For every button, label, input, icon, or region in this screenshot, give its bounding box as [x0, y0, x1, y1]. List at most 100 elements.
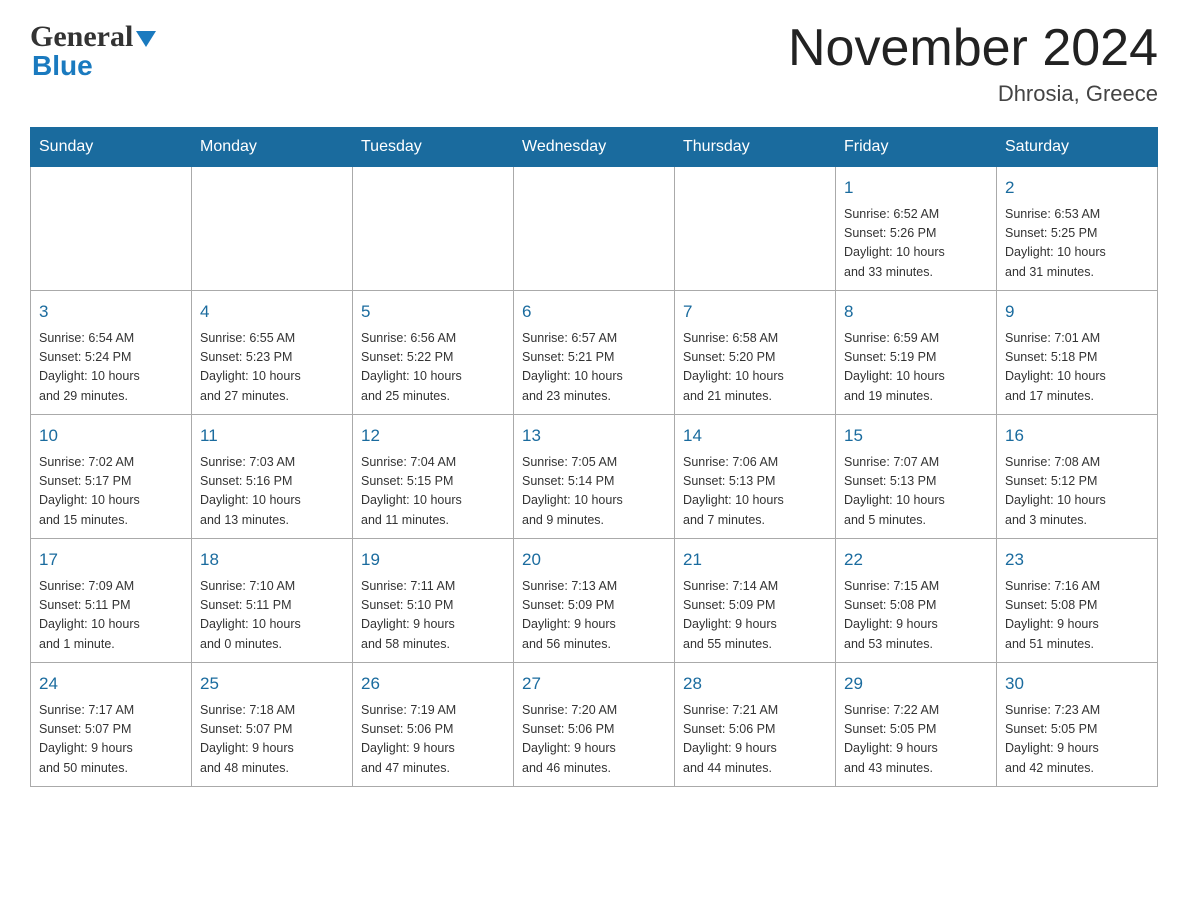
calendar-day-cell: 3Sunrise: 6:54 AMSunset: 5:24 PMDaylight…	[31, 291, 192, 415]
day-number: 23	[1005, 547, 1149, 573]
calendar-day-cell: 5 Sunrise: 6:56 AMSunset: 5:22 PMDaylight…	[353, 291, 514, 415]
day-number: 1	[844, 175, 988, 201]
day-number: 22	[844, 547, 988, 573]
logo-triangle-icon	[136, 31, 156, 47]
day-info: Sunrise: 7:03 AMSunset: 5:16 PMDaylight:…	[200, 453, 344, 531]
calendar-week-row: 3Sunrise: 6:54 AMSunset: 5:24 PMDaylight…	[31, 291, 1158, 415]
day-info: Sunrise: 7:16 AMSunset: 5:08 PMDaylight:…	[1005, 577, 1149, 655]
header-thursday: Thursday	[675, 128, 836, 167]
day-number: 21	[683, 547, 827, 573]
day-info: Sunrise: 6:55 AMSunset: 5:23 PMDaylight:…	[200, 329, 344, 407]
day-info: Sunrise: 7:14 AMSunset: 5:09 PMDaylight:…	[683, 577, 827, 655]
location-title: Dhrosia, Greece	[788, 81, 1158, 107]
day-number: 19	[361, 547, 505, 573]
day-number: 12	[361, 423, 505, 449]
header-wednesday: Wednesday	[514, 128, 675, 167]
day-number: 24	[39, 671, 183, 697]
header-monday: Monday	[192, 128, 353, 167]
calendar-day-cell	[353, 167, 514, 291]
day-number: 28	[683, 671, 827, 697]
calendar-day-cell: 25 Sunrise: 7:18 AMSunset: 5:07 PMDayligh…	[192, 663, 353, 787]
calendar-day-cell: 13Sunrise: 7:05 AMSunset: 5:14 PMDayligh…	[514, 415, 675, 539]
day-info: Sunrise: 7:22 AMSunset: 5:05 PMDaylight:…	[844, 701, 988, 779]
day-number: 8	[844, 299, 988, 325]
calendar-day-cell	[675, 167, 836, 291]
logo-blue-text: Blue	[32, 50, 93, 82]
calendar-day-cell: 11Sunrise: 7:03 AMSunset: 5:16 PMDayligh…	[192, 415, 353, 539]
day-info: Sunrise: 6:56 AMSunset: 5:22 PMDaylight:…	[361, 329, 505, 407]
calendar-day-cell: 19 Sunrise: 7:11 AMSunset: 5:10 PMDayligh…	[353, 539, 514, 663]
header-saturday: Saturday	[997, 128, 1158, 167]
day-info: Sunrise: 7:02 AMSunset: 5:17 PMDaylight:…	[39, 453, 183, 531]
calendar-week-row: 10 Sunrise: 7:02 AMSunset: 5:17 PMDayligh…	[31, 415, 1158, 539]
header-sunday: Sunday	[31, 128, 192, 167]
calendar-day-cell	[514, 167, 675, 291]
calendar-week-row: 17Sunrise: 7:09 AMSunset: 5:11 PMDayligh…	[31, 539, 1158, 663]
header-friday: Friday	[836, 128, 997, 167]
day-info: Sunrise: 7:07 AMSunset: 5:13 PMDaylight:…	[844, 453, 988, 531]
day-number: 20	[522, 547, 666, 573]
day-number: 27	[522, 671, 666, 697]
day-info: Sunrise: 7:23 AMSunset: 5:05 PMDaylight:…	[1005, 701, 1149, 779]
day-number: 17	[39, 547, 183, 573]
calendar-day-cell: 24 Sunrise: 7:17 AMSunset: 5:07 PMDayligh…	[31, 663, 192, 787]
calendar-day-cell: 30 Sunrise: 7:23 AMSunset: 5:05 PMDayligh…	[997, 663, 1158, 787]
day-info: Sunrise: 7:17 AMSunset: 5:07 PMDaylight:…	[39, 701, 183, 779]
calendar-day-cell: 16 Sunrise: 7:08 AMSunset: 5:12 PMDayligh…	[997, 415, 1158, 539]
day-info: Sunrise: 6:53 AMSunset: 5:25 PMDaylight:…	[1005, 205, 1149, 283]
header-tuesday: Tuesday	[353, 128, 514, 167]
calendar-day-cell: 18Sunrise: 7:10 AMSunset: 5:11 PMDayligh…	[192, 539, 353, 663]
calendar-day-cell: 14Sunrise: 7:06 AMSunset: 5:13 PMDayligh…	[675, 415, 836, 539]
calendar-header-row: Sunday Monday Tuesday Wednesday Thursday…	[31, 128, 1158, 167]
day-number: 18	[200, 547, 344, 573]
calendar-week-row: 1 Sunrise: 6:52 AMSunset: 5:26 PMDaylight…	[31, 167, 1158, 291]
calendar-day-cell: 8 Sunrise: 6:59 AMSunset: 5:19 PMDaylight…	[836, 291, 997, 415]
calendar-day-cell: 17Sunrise: 7:09 AMSunset: 5:11 PMDayligh…	[31, 539, 192, 663]
day-info: Sunrise: 7:04 AMSunset: 5:15 PMDaylight:…	[361, 453, 505, 531]
calendar-day-cell: 9 Sunrise: 7:01 AMSunset: 5:18 PMDaylight…	[997, 291, 1158, 415]
day-info: Sunrise: 7:05 AMSunset: 5:14 PMDaylight:…	[522, 453, 666, 531]
day-info: Sunrise: 7:19 AMSunset: 5:06 PMDaylight:…	[361, 701, 505, 779]
day-number: 30	[1005, 671, 1149, 697]
day-number: 7	[683, 299, 827, 325]
calendar-day-cell: 12 Sunrise: 7:04 AMSunset: 5:15 PMDayligh…	[353, 415, 514, 539]
day-info: Sunrise: 6:52 AMSunset: 5:26 PMDaylight:…	[844, 205, 988, 283]
day-info: Sunrise: 6:59 AMSunset: 5:19 PMDaylight:…	[844, 329, 988, 407]
day-info: Sunrise: 7:20 AMSunset: 5:06 PMDaylight:…	[522, 701, 666, 779]
calendar-day-cell: 28Sunrise: 7:21 AMSunset: 5:06 PMDayligh…	[675, 663, 836, 787]
logo: General Blue	[30, 20, 156, 82]
calendar-day-cell: 4 Sunrise: 6:55 AMSunset: 5:23 PMDaylight…	[192, 291, 353, 415]
day-info: Sunrise: 7:08 AMSunset: 5:12 PMDaylight:…	[1005, 453, 1149, 531]
day-number: 6	[522, 299, 666, 325]
day-number: 3	[39, 299, 183, 325]
day-number: 25	[200, 671, 344, 697]
calendar-day-cell: 1 Sunrise: 6:52 AMSunset: 5:26 PMDaylight…	[836, 167, 997, 291]
day-number: 2	[1005, 175, 1149, 201]
calendar-day-cell: 2 Sunrise: 6:53 AMSunset: 5:25 PMDaylight…	[997, 167, 1158, 291]
day-number: 5	[361, 299, 505, 325]
day-info: Sunrise: 7:13 AMSunset: 5:09 PMDaylight:…	[522, 577, 666, 655]
calendar-day-cell: 21 Sunrise: 7:14 AMSunset: 5:09 PMDayligh…	[675, 539, 836, 663]
page-header: General Blue November 2024 Dhrosia, Gree…	[30, 20, 1158, 107]
day-number: 26	[361, 671, 505, 697]
day-info: Sunrise: 7:18 AMSunset: 5:07 PMDaylight:…	[200, 701, 344, 779]
calendar-day-cell: 20 Sunrise: 7:13 AMSunset: 5:09 PMDayligh…	[514, 539, 675, 663]
day-number: 16	[1005, 423, 1149, 449]
day-info: Sunrise: 7:15 AMSunset: 5:08 PMDaylight:…	[844, 577, 988, 655]
calendar-day-cell: 10 Sunrise: 7:02 AMSunset: 5:17 PMDayligh…	[31, 415, 192, 539]
calendar-day-cell: 29Sunrise: 7:22 AMSunset: 5:05 PMDayligh…	[836, 663, 997, 787]
logo-general-text: General	[30, 20, 133, 54]
day-info: Sunrise: 6:57 AMSunset: 5:21 PMDaylight:…	[522, 329, 666, 407]
calendar-day-cell	[31, 167, 192, 291]
day-info: Sunrise: 7:01 AMSunset: 5:18 PMDaylight:…	[1005, 329, 1149, 407]
month-title: November 2024	[788, 20, 1158, 77]
calendar-title-area: November 2024 Dhrosia, Greece	[788, 20, 1158, 107]
day-number: 10	[39, 423, 183, 449]
calendar-week-row: 24 Sunrise: 7:17 AMSunset: 5:07 PMDayligh…	[31, 663, 1158, 787]
day-number: 4	[200, 299, 344, 325]
day-info: Sunrise: 6:58 AMSunset: 5:20 PMDaylight:…	[683, 329, 827, 407]
day-info: Sunrise: 7:11 AMSunset: 5:10 PMDaylight:…	[361, 577, 505, 655]
calendar-table: Sunday Monday Tuesday Wednesday Thursday…	[30, 127, 1158, 787]
calendar-day-cell: 15Sunrise: 7:07 AMSunset: 5:13 PMDayligh…	[836, 415, 997, 539]
day-number: 9	[1005, 299, 1149, 325]
